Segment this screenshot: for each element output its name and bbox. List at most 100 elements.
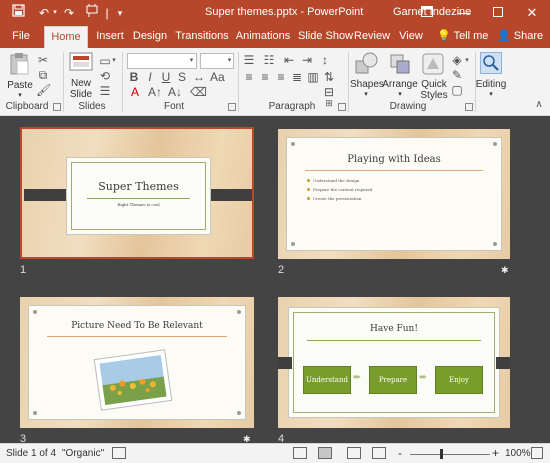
decrease-indent-icon[interactable]: ⇤ [282,53,296,67]
customize-toolbar-icon[interactable]: ▾ [115,4,125,22]
reset-icon[interactable]: ⟲ [98,69,112,83]
bullet-dot [307,188,310,191]
section-icon[interactable]: ☰ [98,84,112,98]
paste-dropdown-icon[interactable]: ▾ [15,90,25,101]
arrange-dropdown-icon[interactable]: ▾ [394,89,406,100]
zoom-slider-track[interactable] [410,454,490,455]
align-center-icon[interactable]: ≡ [258,70,272,84]
shape-outline-icon[interactable]: ✎ [450,68,464,82]
pin [493,242,497,246]
drawing-launcher-icon[interactable] [465,103,473,111]
tell-me-search[interactable]: 💡 Tell me [437,26,488,48]
tab-animations[interactable]: Animations [235,26,291,48]
slide-sorter-view-icon[interactable] [318,447,332,459]
clipboard-launcher-icon[interactable] [53,103,61,111]
pin [33,411,37,415]
underline-button[interactable]: U [160,70,172,84]
zoom-level[interactable]: 100% [505,448,531,459]
slide-thumbnail-3[interactable]: Picture Need To Be Relevant [20,297,254,428]
spell-check-icon[interactable] [112,447,126,459]
cut-icon[interactable]: ✂ [36,53,50,67]
shape-effects-icon[interactable]: ▢ [450,83,464,97]
redo-icon[interactable]: ↷ [62,4,76,22]
tab-home[interactable]: Home [44,26,88,48]
tab-transitions[interactable]: Transitions [175,26,229,48]
layout-dropdown-icon[interactable]: ▾ [110,54,118,68]
slide-count: Slide 1 of 4 [6,448,57,459]
maximize-button[interactable] [481,0,515,26]
flow-box-prepare: Prepare [369,366,417,394]
bullet-dot [307,197,310,200]
justify-icon[interactable]: ≣ [290,70,304,84]
close-button[interactable]: ✕ [515,0,549,26]
format-painter-ribbon-icon[interactable]: 🖌 [36,83,51,97]
editing-dropdown-icon[interactable]: ▾ [485,89,497,100]
share-label: Share [513,30,544,42]
font-name-dropdown-icon[interactable]: ▾ [187,54,196,68]
reading-view-icon[interactable] [347,447,361,459]
new-slide-label[interactable]: New Slide [66,78,96,100]
fit-to-window-icon[interactable] [531,447,543,459]
minimize-button[interactable]: — [447,0,481,26]
align-left-icon[interactable]: ≡ [242,70,256,84]
new-slide-button[interactable] [68,52,94,78]
increase-indent-icon[interactable]: ⇥ [300,53,314,67]
share-button[interactable]: 👤 Share [497,26,543,48]
slide-thumbnail-2[interactable]: Playing with Ideas Understand the design… [278,129,510,259]
strikethrough-button[interactable]: S [176,70,188,84]
shape-fill-icon[interactable]: ◈ [450,53,464,67]
tab-view[interactable]: View [396,26,426,48]
shapes-icon[interactable] [355,52,379,76]
arrange-icon[interactable] [388,52,412,76]
tab-slide-show[interactable]: Slide Show [298,26,353,48]
tab-insert[interactable]: Insert [91,26,129,48]
shape-fill-dropdown-icon[interactable]: ▾ [463,54,471,68]
change-case-icon[interactable]: Aa [210,70,225,84]
font-color-icon[interactable]: A [128,85,142,99]
separator [348,52,349,112]
font-launcher-icon[interactable] [228,103,236,111]
undo-dropdown-icon[interactable]: ▾ [51,4,59,22]
align-right-icon[interactable]: ≡ [274,70,288,84]
zoom-out-button[interactable]: - [398,446,402,460]
smartart-icon[interactable]: ⊞ [322,96,336,110]
slide-show-view-icon[interactable] [372,447,386,459]
bold-button[interactable]: B [128,70,140,84]
tab-review[interactable]: Review [354,26,390,48]
zoom-slider-thumb[interactable] [440,449,443,459]
clear-formatting-icon[interactable]: ⌫ [190,85,207,99]
ribbon-display-options-button[interactable] [410,0,444,26]
format-painter-icon[interactable] [84,4,100,22]
quick-styles-label[interactable]: Quick Styles [417,79,451,101]
paragraph-launcher-icon[interactable] [338,103,346,111]
undo-icon[interactable]: ↶ [36,4,52,22]
lightbulb-icon: 💡 [437,30,451,42]
columns-icon[interactable]: ▥ [306,70,320,84]
bullet-item: Understand the design [313,178,360,183]
line-spacing-icon[interactable]: ↕ [318,53,332,67]
title-bar: ↶ ▾ ↷ | ▾ Super themes.pptx - PowerPoint… [0,0,550,26]
find-icon[interactable] [480,52,502,74]
bullets-icon[interactable]: ☰ [242,53,256,67]
increase-font-icon[interactable]: A↑ [148,85,162,99]
zoom-in-button[interactable]: + [492,446,499,460]
bullet-dot [307,179,310,182]
copy-icon[interactable]: ⧉ [36,68,50,82]
font-size-dropdown-icon[interactable]: ▾ [225,54,234,68]
character-spacing-icon[interactable]: ↔ [192,70,206,84]
tab-design[interactable]: Design [132,26,168,48]
shapes-dropdown-icon[interactable]: ▾ [360,89,372,100]
save-icon[interactable] [10,4,26,22]
decrease-font-icon[interactable]: A↓ [168,85,182,99]
window-title: Super themes.pptx - PowerPoint [205,6,364,18]
slide-thumbnail-4[interactable]: Have Fun! Understand ➨ Prepare ➨ Enjoy [278,297,510,428]
collapse-ribbon-icon[interactable]: ∧ [533,98,545,112]
tab-file[interactable]: File [6,26,36,48]
italic-button[interactable]: I [144,70,156,84]
normal-view-icon[interactable] [293,447,307,459]
slide-thumbnail-1[interactable]: Super Themes Right Themes is cool [20,127,254,259]
text-direction-icon[interactable]: ⇅ [322,70,336,84]
group-label-drawing: Drawing [389,101,427,112]
quick-styles-icon[interactable] [421,52,445,76]
numbering-icon[interactable]: ☷ [262,53,276,67]
